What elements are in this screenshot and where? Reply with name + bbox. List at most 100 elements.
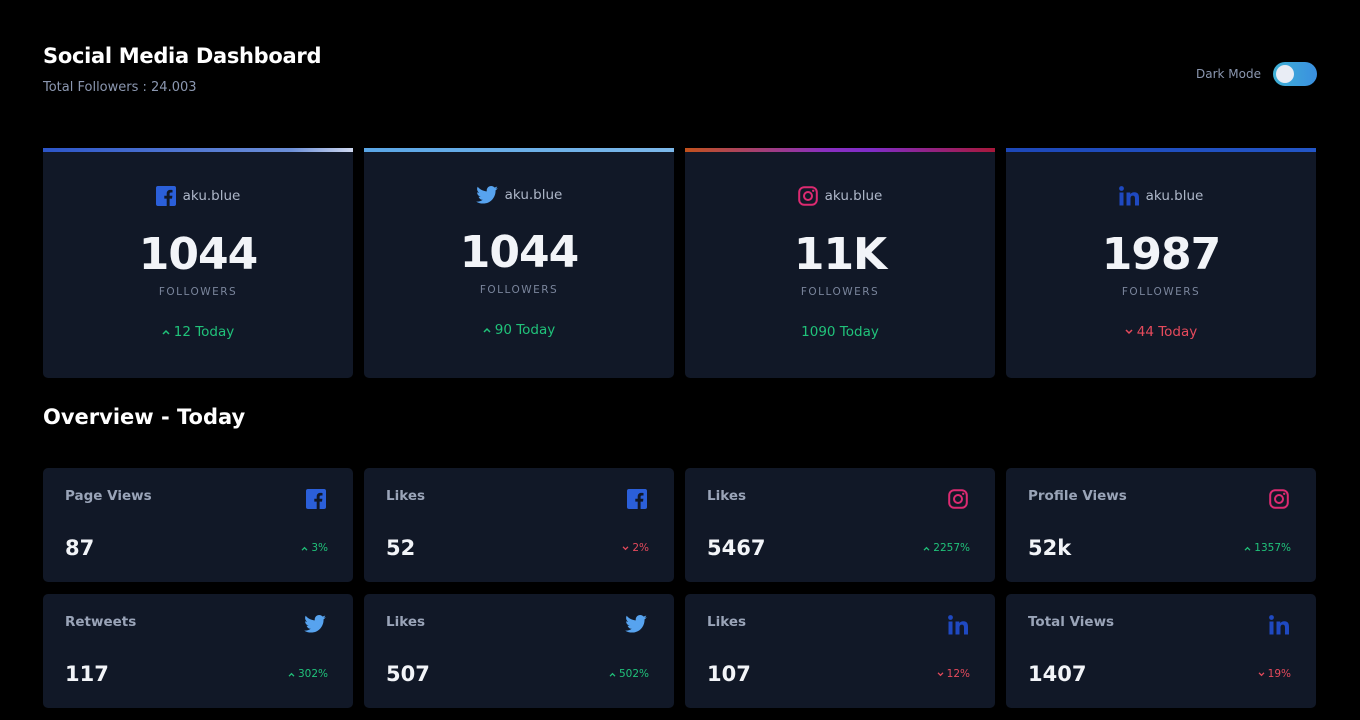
chevron-up-icon — [162, 329, 170, 335]
overview-title: Overview - Today — [43, 405, 246, 429]
overview-tile[interactable]: Likes 5467 2257% — [685, 468, 995, 582]
chevron-up-icon — [923, 546, 930, 551]
card-linkedin[interactable]: aku.blue 1987 FOLLOWERS 44 Today — [1006, 148, 1316, 378]
chevron-down-icon — [622, 545, 629, 551]
tile-label: Likes — [707, 488, 747, 504]
page-title: Social Media Dashboard — [43, 44, 322, 68]
card-facebook[interactable]: aku.blue 1044 FOLLOWERS 12 Today — [43, 148, 353, 378]
follower-cards: aku.blue 1044 FOLLOWERS 12 Today aku.blu… — [43, 148, 1317, 378]
overview-tile[interactable]: Likes 52 2% — [364, 468, 674, 582]
instagram-icon — [1269, 489, 1289, 509]
tile-label: Page Views — [65, 488, 152, 504]
follower-count: 1044 — [138, 229, 258, 280]
facebook-icon — [306, 489, 326, 509]
follower-delta: 1090 Today — [685, 324, 995, 340]
follower-delta: 12 Today — [43, 324, 353, 340]
chevron-up-icon — [483, 327, 491, 333]
twitter-icon — [304, 615, 326, 633]
tile-delta: 2257% — [923, 542, 970, 554]
facebook-icon — [627, 489, 647, 509]
card-handle: aku.blue — [1145, 188, 1204, 204]
twitter-icon — [475, 186, 498, 204]
followers-label: FOLLOWERS — [1121, 286, 1201, 298]
delta-text: 3% — [311, 542, 328, 554]
chevron-up-icon — [1244, 546, 1251, 551]
delta-text: 1090 Today — [801, 324, 879, 340]
tile-value: 52k — [1028, 536, 1072, 560]
linkedin-icon — [948, 615, 968, 635]
tile-delta: 12% — [937, 668, 970, 680]
delta-text: 502% — [618, 668, 649, 680]
tile-delta: 2% — [622, 542, 649, 554]
tile-delta: 302% — [288, 668, 328, 680]
delta-text: 19% — [1267, 668, 1291, 680]
card-handle: aku.blue — [182, 188, 241, 204]
follower-delta: 90 Today — [364, 322, 674, 338]
card-handle-row: aku.blue — [685, 186, 995, 206]
chevron-up-icon — [288, 672, 295, 677]
twitter-icon — [625, 615, 647, 633]
overview-tile[interactable]: Likes 507 502% — [364, 594, 674, 708]
dark-mode-toggle[interactable] — [1273, 62, 1317, 86]
tile-delta: 19% — [1258, 668, 1291, 680]
toggle-knob — [1276, 65, 1294, 83]
linkedin-icon — [1118, 186, 1139, 206]
card-accent-bar — [364, 148, 674, 152]
tile-value: 1407 — [1028, 662, 1087, 686]
tile-value: 5467 — [707, 536, 766, 560]
delta-text: 90 Today — [494, 322, 556, 338]
instagram-icon — [797, 186, 818, 206]
overview-grid: Page Views 87 3% Likes 52 2% Likes 5467 … — [43, 468, 1317, 708]
card-accent-bar — [43, 148, 353, 152]
card-handle-row: aku.blue — [364, 186, 674, 204]
chevron-up-icon — [609, 672, 616, 677]
follower-count: 1987 — [1101, 229, 1221, 280]
tile-label: Likes — [386, 488, 426, 504]
card-handle-row: aku.blue — [1006, 186, 1316, 206]
tile-delta: 1357% — [1244, 542, 1291, 554]
dashboard-page: Social Media Dashboard Total Followers :… — [0, 0, 1360, 720]
overview-tile[interactable]: Profile Views 52k 1357% — [1006, 468, 1316, 582]
card-instagram[interactable]: aku.blue 11K FOLLOWERS 1090 Today — [685, 148, 995, 378]
dark-mode-control: Dark Mode — [1196, 62, 1317, 86]
tile-delta: 3% — [301, 542, 328, 554]
follower-count: 1044 — [459, 227, 579, 278]
tile-value: 52 — [386, 536, 416, 560]
card-accent-bar — [685, 148, 995, 152]
delta-text: 12 Today — [173, 324, 235, 340]
card-handle: aku.blue — [824, 188, 883, 204]
follower-delta: 44 Today — [1006, 324, 1316, 340]
delta-text: 12% — [946, 668, 970, 680]
chevron-down-icon — [937, 671, 944, 677]
followers-label: FOLLOWERS — [800, 286, 880, 298]
follower-count: 11K — [793, 229, 887, 280]
card-twitter[interactable]: aku.blue 1044 FOLLOWERS 90 Today — [364, 148, 674, 378]
tile-label: Retweets — [65, 614, 137, 630]
total-followers: Total Followers : 24.003 — [43, 80, 197, 95]
tile-value: 107 — [707, 662, 751, 686]
chevron-down-icon — [1258, 671, 1265, 677]
delta-text: 302% — [297, 668, 328, 680]
delta-text: 44 Today — [1136, 324, 1198, 340]
delta-text: 2% — [632, 542, 649, 554]
delta-text: 1357% — [1254, 542, 1291, 554]
overview-tile[interactable]: Retweets 117 302% — [43, 594, 353, 708]
linkedin-icon — [1269, 615, 1289, 635]
card-handle: aku.blue — [504, 187, 563, 203]
overview-tile[interactable]: Total Views 1407 19% — [1006, 594, 1316, 708]
card-handle-row: aku.blue — [43, 186, 353, 206]
overview-tile[interactable]: Likes 107 12% — [685, 594, 995, 708]
tile-delta: 502% — [609, 668, 649, 680]
tile-label: Likes — [386, 614, 426, 630]
tile-label: Total Views — [1028, 614, 1115, 630]
overview-tile[interactable]: Page Views 87 3% — [43, 468, 353, 582]
tile-value: 117 — [65, 662, 109, 686]
instagram-icon — [948, 489, 968, 509]
delta-text: 2257% — [933, 542, 970, 554]
header: Social Media Dashboard Total Followers :… — [43, 44, 322, 95]
card-accent-bar — [1006, 148, 1316, 152]
chevron-down-icon — [1125, 329, 1133, 335]
dark-mode-label: Dark Mode — [1196, 67, 1261, 81]
followers-label: FOLLOWERS — [479, 284, 559, 296]
chevron-up-icon — [301, 546, 308, 551]
